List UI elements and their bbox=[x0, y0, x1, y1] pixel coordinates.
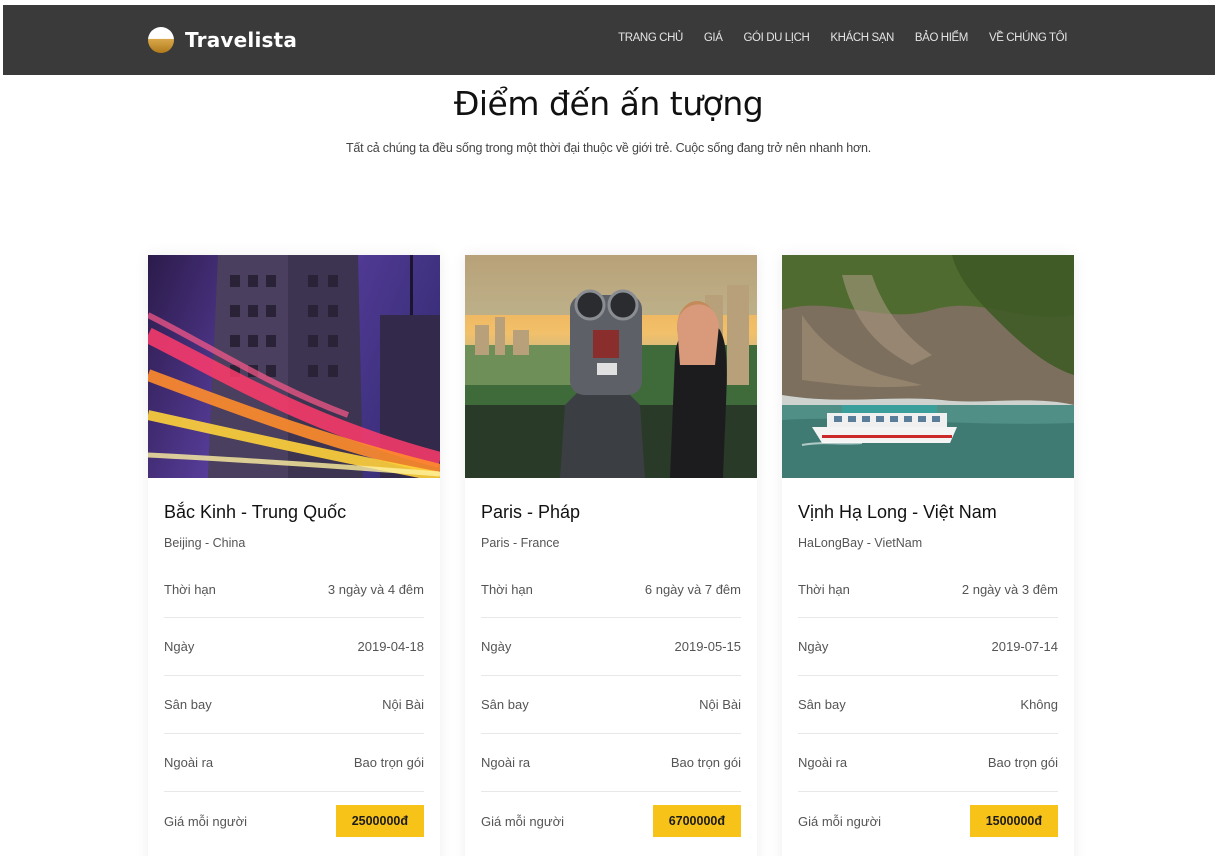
detail-row-duration: Thời hạn 2 ngày và 3 đêm bbox=[798, 576, 1058, 618]
detail-row-airport: Sân bay Nội Bài bbox=[164, 676, 424, 734]
detail-value: 3 ngày và 4 đêm bbox=[327, 582, 424, 597]
bay-boat-image bbox=[782, 255, 1074, 478]
nav-item-hotels[interactable]: KHÁCH SẠN bbox=[830, 32, 894, 44]
detail-row-duration: Thời hạn 3 ngày và 4 đêm bbox=[164, 576, 424, 618]
card-subtitle: HaLongBay - VietNam bbox=[798, 536, 923, 550]
detail-value: Nội Bài bbox=[382, 697, 424, 712]
detail-label: Ngoài ra bbox=[164, 755, 214, 770]
navbar: Travelista TRANG CHỦ GIÁ GÓI DU LỊCH KHÁ… bbox=[3, 5, 1215, 75]
detail-label: Thời hạn bbox=[164, 582, 216, 597]
detail-label: Sân bay bbox=[798, 697, 846, 712]
nav-menu: TRANG CHỦ GIÁ GÓI DU LỊCH KHÁCH SẠN BẢO … bbox=[597, 32, 1067, 44]
price-badge[interactable]: 1500000đ bbox=[969, 805, 1058, 837]
detail-label: Sân bay bbox=[481, 697, 529, 712]
brand-name: Travelista bbox=[185, 28, 298, 52]
destination-card-paris: Paris - Pháp Paris - France Thời hạn 6 n… bbox=[465, 255, 757, 856]
price-label: Giá mỗi người bbox=[798, 813, 881, 829]
detail-value: Bao trọn gói bbox=[353, 755, 424, 770]
section-title: Điểm đến ấn tượng bbox=[453, 84, 764, 123]
detail-label: Ngoài ra bbox=[798, 755, 848, 770]
detail-value: Nội Bài bbox=[699, 697, 741, 712]
destination-image-paris bbox=[465, 255, 757, 478]
detail-row-price: Giá mỗi người 2500000đ bbox=[164, 792, 424, 850]
detail-row-date: Ngày 2019-07-14 bbox=[798, 618, 1058, 676]
destination-image-beijing bbox=[148, 255, 440, 478]
detail-label: Ngày bbox=[164, 639, 195, 654]
detail-row-price: Giá mỗi người 6700000đ bbox=[481, 792, 741, 850]
detail-value: Không bbox=[1020, 697, 1058, 712]
detail-value: 2019-07-14 bbox=[991, 639, 1059, 654]
destination-image-halong bbox=[782, 255, 1074, 478]
brand-logo[interactable]: Travelista bbox=[148, 25, 297, 55]
detail-label: Thời hạn bbox=[481, 582, 533, 597]
detail-value: 2019-04-18 bbox=[357, 639, 425, 654]
detail-label: Thời hạn bbox=[798, 582, 850, 597]
nav-item-insurance[interactable]: BẢO HIỂM bbox=[915, 32, 968, 44]
detail-value: 6 ngày và 7 đêm bbox=[644, 582, 741, 597]
detail-label: Ngày bbox=[481, 639, 512, 654]
detail-row-date: Ngày 2019-05-15 bbox=[481, 618, 741, 676]
binocular-viewer-image bbox=[465, 255, 757, 478]
detail-value: 2 ngày và 3 đêm bbox=[961, 582, 1058, 597]
brand-logo-icon bbox=[148, 27, 174, 53]
detail-label: Ngoài ra bbox=[481, 755, 531, 770]
detail-row-date: Ngày 2019-04-18 bbox=[164, 618, 424, 676]
nav-item-about[interactable]: VỀ CHÚNG TÔI bbox=[989, 32, 1067, 44]
price-badge[interactable]: 2500000đ bbox=[335, 805, 424, 837]
price-badge[interactable]: 6700000đ bbox=[652, 805, 741, 837]
destination-card-halong: Vịnh Hạ Long - Việt Nam HaLongBay - Viet… bbox=[782, 255, 1074, 856]
detail-row-extras: Ngoài ra Bao trọn gói bbox=[798, 734, 1058, 792]
card-details: Thời hạn 3 ngày và 4 đêm Ngày 2019-04-18… bbox=[164, 576, 424, 850]
card-title: Bắc Kinh - Trung Quốc bbox=[164, 502, 347, 522]
card-details: Thời hạn 2 ngày và 3 đêm Ngày 2019-07-14… bbox=[798, 576, 1058, 850]
destination-card-beijing: Bắc Kinh - Trung Quốc Beijing - China Th… bbox=[148, 255, 440, 856]
detail-row-price: Giá mỗi người 1500000đ bbox=[798, 792, 1058, 850]
city-light-trails-image bbox=[148, 255, 440, 478]
price-label: Giá mỗi người bbox=[481, 813, 564, 829]
detail-value: Bao trọn gói bbox=[670, 755, 741, 770]
section-subtitle: Tất cả chúng ta đều sống trong một thời … bbox=[345, 141, 872, 155]
detail-value: Bao trọn gói bbox=[987, 755, 1058, 770]
price-label: Giá mỗi người bbox=[164, 813, 247, 829]
nav-item-price[interactable]: GIÁ bbox=[704, 32, 723, 44]
nav-item-packages[interactable]: GÓI DU LỊCH bbox=[744, 32, 810, 44]
detail-row-extras: Ngoài ra Bao trọn gói bbox=[481, 734, 741, 792]
detail-row-airport: Sân bay Nội Bài bbox=[481, 676, 741, 734]
card-details: Thời hạn 6 ngày và 7 đêm Ngày 2019-05-15… bbox=[481, 576, 741, 850]
detail-label: Sân bay bbox=[164, 697, 212, 712]
card-title: Vịnh Hạ Long - Việt Nam bbox=[798, 502, 997, 522]
detail-label: Ngày bbox=[798, 639, 829, 654]
detail-row-extras: Ngoài ra Bao trọn gói bbox=[164, 734, 424, 792]
detail-value: 2019-05-15 bbox=[674, 639, 742, 654]
card-subtitle: Paris - France bbox=[481, 536, 560, 550]
detail-row-duration: Thời hạn 6 ngày và 7 đêm bbox=[481, 576, 741, 618]
nav-item-home[interactable]: TRANG CHỦ bbox=[618, 32, 683, 44]
card-subtitle: Beijing - China bbox=[164, 536, 246, 550]
detail-row-airport: Sân bay Không bbox=[798, 676, 1058, 734]
card-title: Paris - Pháp bbox=[481, 502, 581, 522]
